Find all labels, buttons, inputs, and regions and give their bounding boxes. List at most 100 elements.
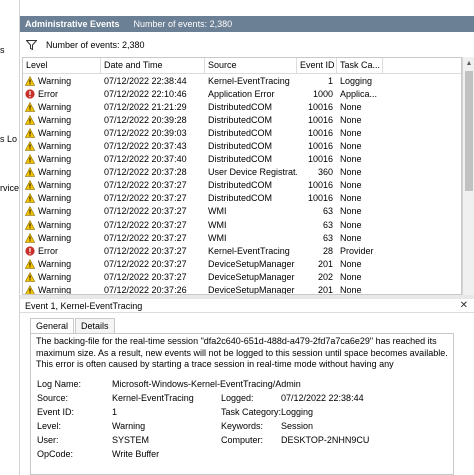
cell-task-category: None (340, 232, 362, 243)
cell-event-id: 10016 (307, 101, 333, 112)
table-row[interactable]: Warning 07/12/2022 20:37:27 WMI 63 None (23, 205, 461, 218)
level-text: Warning (38, 101, 72, 112)
event-count: Number of events: 2,380 (133, 19, 233, 29)
level-text: Warning (38, 258, 72, 269)
cell-source: User Device Registrat... (208, 167, 297, 178)
cell-event-id: 10016 (307, 141, 333, 152)
event-details-title: Event 1, Kernel-EventTracing (25, 300, 143, 311)
warning-icon (24, 114, 36, 125)
column-header-date[interactable]: Date and Time (101, 58, 205, 73)
cell-level: Warning (23, 285, 101, 294)
column-header-source[interactable]: Source (205, 58, 297, 73)
cell-task-category: None (340, 141, 362, 152)
table-row[interactable]: Error 07/12/2022 20:37:27 Kernel-EventTrac… (23, 244, 461, 257)
table-body: Warning 07/12/2022 22:38:44 Kernel-EventTr… (23, 74, 461, 294)
cell-event-id: 63 (322, 219, 333, 230)
cell-date: 07/12/2022 22:10:46 (104, 88, 187, 99)
cell-level: Warning (23, 219, 101, 230)
opcode-value: Write Buffer (112, 449, 160, 459)
event-id-value: 1 (112, 407, 118, 417)
user-value: SYSTEM (112, 435, 150, 445)
left-navigation-pane: s s Lo rvice (0, 0, 20, 475)
cell-source: WMI (208, 219, 227, 230)
warning-icon (24, 167, 36, 177)
table-row[interactable]: Warning 07/12/2022 22:38:44 Kernel-EventTr… (23, 74, 461, 87)
cell-source: DistributedCOM (208, 180, 273, 191)
table-row[interactable]: Warning 07/12/2022 20:37:43 DistributedCOM… (23, 139, 461, 152)
cell-task-category: None (340, 271, 362, 282)
cell-date: 07/12/2022 20:37:27 (104, 232, 187, 243)
table-row[interactable]: Warning 07/12/2022 20:37:27 DistributedCOM… (23, 179, 461, 192)
table-row[interactable]: Warning 07/12/2022 20:37:27 DistributedCOM… (23, 192, 461, 205)
table-row[interactable]: Warning 07/12/2022 20:37:40 DistributedCOM… (23, 153, 461, 166)
level-text: Warning (38, 271, 72, 282)
details-tabs: General Details (30, 318, 116, 334)
cell-source: Application Error (208, 88, 275, 99)
warning-icon (24, 141, 36, 151)
source-value: Kernel-EventTracing (112, 393, 194, 403)
event-description: The backing-file for the real-time sessi… (36, 336, 448, 369)
table-row[interactable]: Warning 07/12/2022 20:37:27 DeviceSetupMan… (23, 257, 461, 270)
tab-general[interactable]: General (30, 318, 75, 334)
cell-source: DistributedCOM (208, 141, 273, 152)
warning-icon (24, 180, 36, 190)
cell-task-category: None (340, 167, 362, 178)
computer-label: Computer: (221, 435, 264, 445)
task-category-value: Logging (281, 407, 314, 417)
cell-level: Warning (23, 101, 101, 112)
warning-icon (24, 101, 36, 112)
cell-task-category: None (340, 154, 362, 165)
scroll-up-arrow-icon[interactable]: ▲ (463, 57, 474, 69)
cell-level: Warning (23, 193, 101, 203)
cell-level: Error (23, 246, 101, 256)
cell-level: Warning (23, 167, 101, 177)
table-scrollbar[interactable]: ▲ (462, 57, 474, 295)
warning-icon (24, 258, 36, 269)
cell-level: Warning (23, 141, 101, 151)
cell-source: DeviceSetupManager (208, 271, 295, 282)
cell-level: Warning (23, 154, 101, 164)
filter-funnel-icon[interactable] (24, 39, 38, 51)
level-text: Warning (38, 180, 72, 191)
cell-level: Warning (23, 271, 101, 282)
cell-task-category: None (340, 180, 362, 191)
tab-details[interactable]: Details (75, 318, 115, 333)
cell-event-id: 10016 (307, 114, 333, 125)
table-row[interactable]: Warning 07/12/2022 20:39:03 DistributedCOM… (23, 126, 461, 139)
cell-task-category: None (340, 258, 362, 269)
general-tab-panel: The backing-file for the real-time sessi… (30, 333, 454, 475)
table-row[interactable]: Warning 07/12/2022 20:37:26 DeviceSetupMan… (23, 284, 461, 294)
log-name-label: Log Name: (37, 379, 82, 389)
error-icon (25, 89, 35, 99)
left-pane-fragment: rvice (0, 183, 20, 193)
table-row[interactable]: Warning 07/12/2022 20:37:27 DeviceSetupMan… (23, 270, 461, 283)
column-header-event-id[interactable]: Event ID (297, 58, 337, 73)
column-header-task-category[interactable]: Task Ca... (337, 58, 383, 73)
level-text: Warning (38, 154, 72, 165)
level-text: Warning (38, 219, 72, 230)
left-pane-fragment: s (0, 45, 5, 55)
event-details-header: Event 1, Kernel-EventTracing ✕ (20, 299, 474, 313)
left-pane-fragment: s Lo (0, 134, 18, 144)
logged-value: 07/12/2022 22:38:44 (281, 393, 364, 403)
cell-event-id: 10016 (307, 180, 333, 191)
cell-date: 07/12/2022 20:37:27 (104, 258, 187, 269)
scrollbar-thumb[interactable] (465, 71, 473, 191)
table-row[interactable]: Error 07/12/2022 22:10:46 Application Erro… (23, 87, 461, 100)
table-row[interactable]: Warning 07/12/2022 20:37:27 WMI 63 None (23, 231, 461, 244)
table-row[interactable]: Warning 07/12/2022 20:37:27 WMI 63 None (23, 218, 461, 231)
cell-date: 07/12/2022 20:37:43 (104, 141, 187, 152)
cell-event-id: 63 (322, 232, 333, 243)
level-text: Warning (38, 141, 72, 152)
warning-icon (24, 193, 36, 204)
level-value: Warning (112, 421, 146, 431)
close-icon[interactable]: ✕ (460, 300, 468, 311)
cell-event-id: 28 (322, 245, 333, 256)
table-row[interactable]: Warning 07/12/2022 21:21:29 DistributedCOM… (23, 100, 461, 113)
level-text: Warning (38, 232, 72, 243)
table-row[interactable]: Warning 07/12/2022 20:37:28 User Device Re… (23, 166, 461, 179)
cell-source: DistributedCOM (208, 154, 273, 165)
column-header-level[interactable]: Level (23, 58, 101, 73)
table-row[interactable]: Warning 07/12/2022 20:39:28 DistributedCOM… (23, 113, 461, 126)
cell-source: DistributedCOM (208, 127, 273, 138)
